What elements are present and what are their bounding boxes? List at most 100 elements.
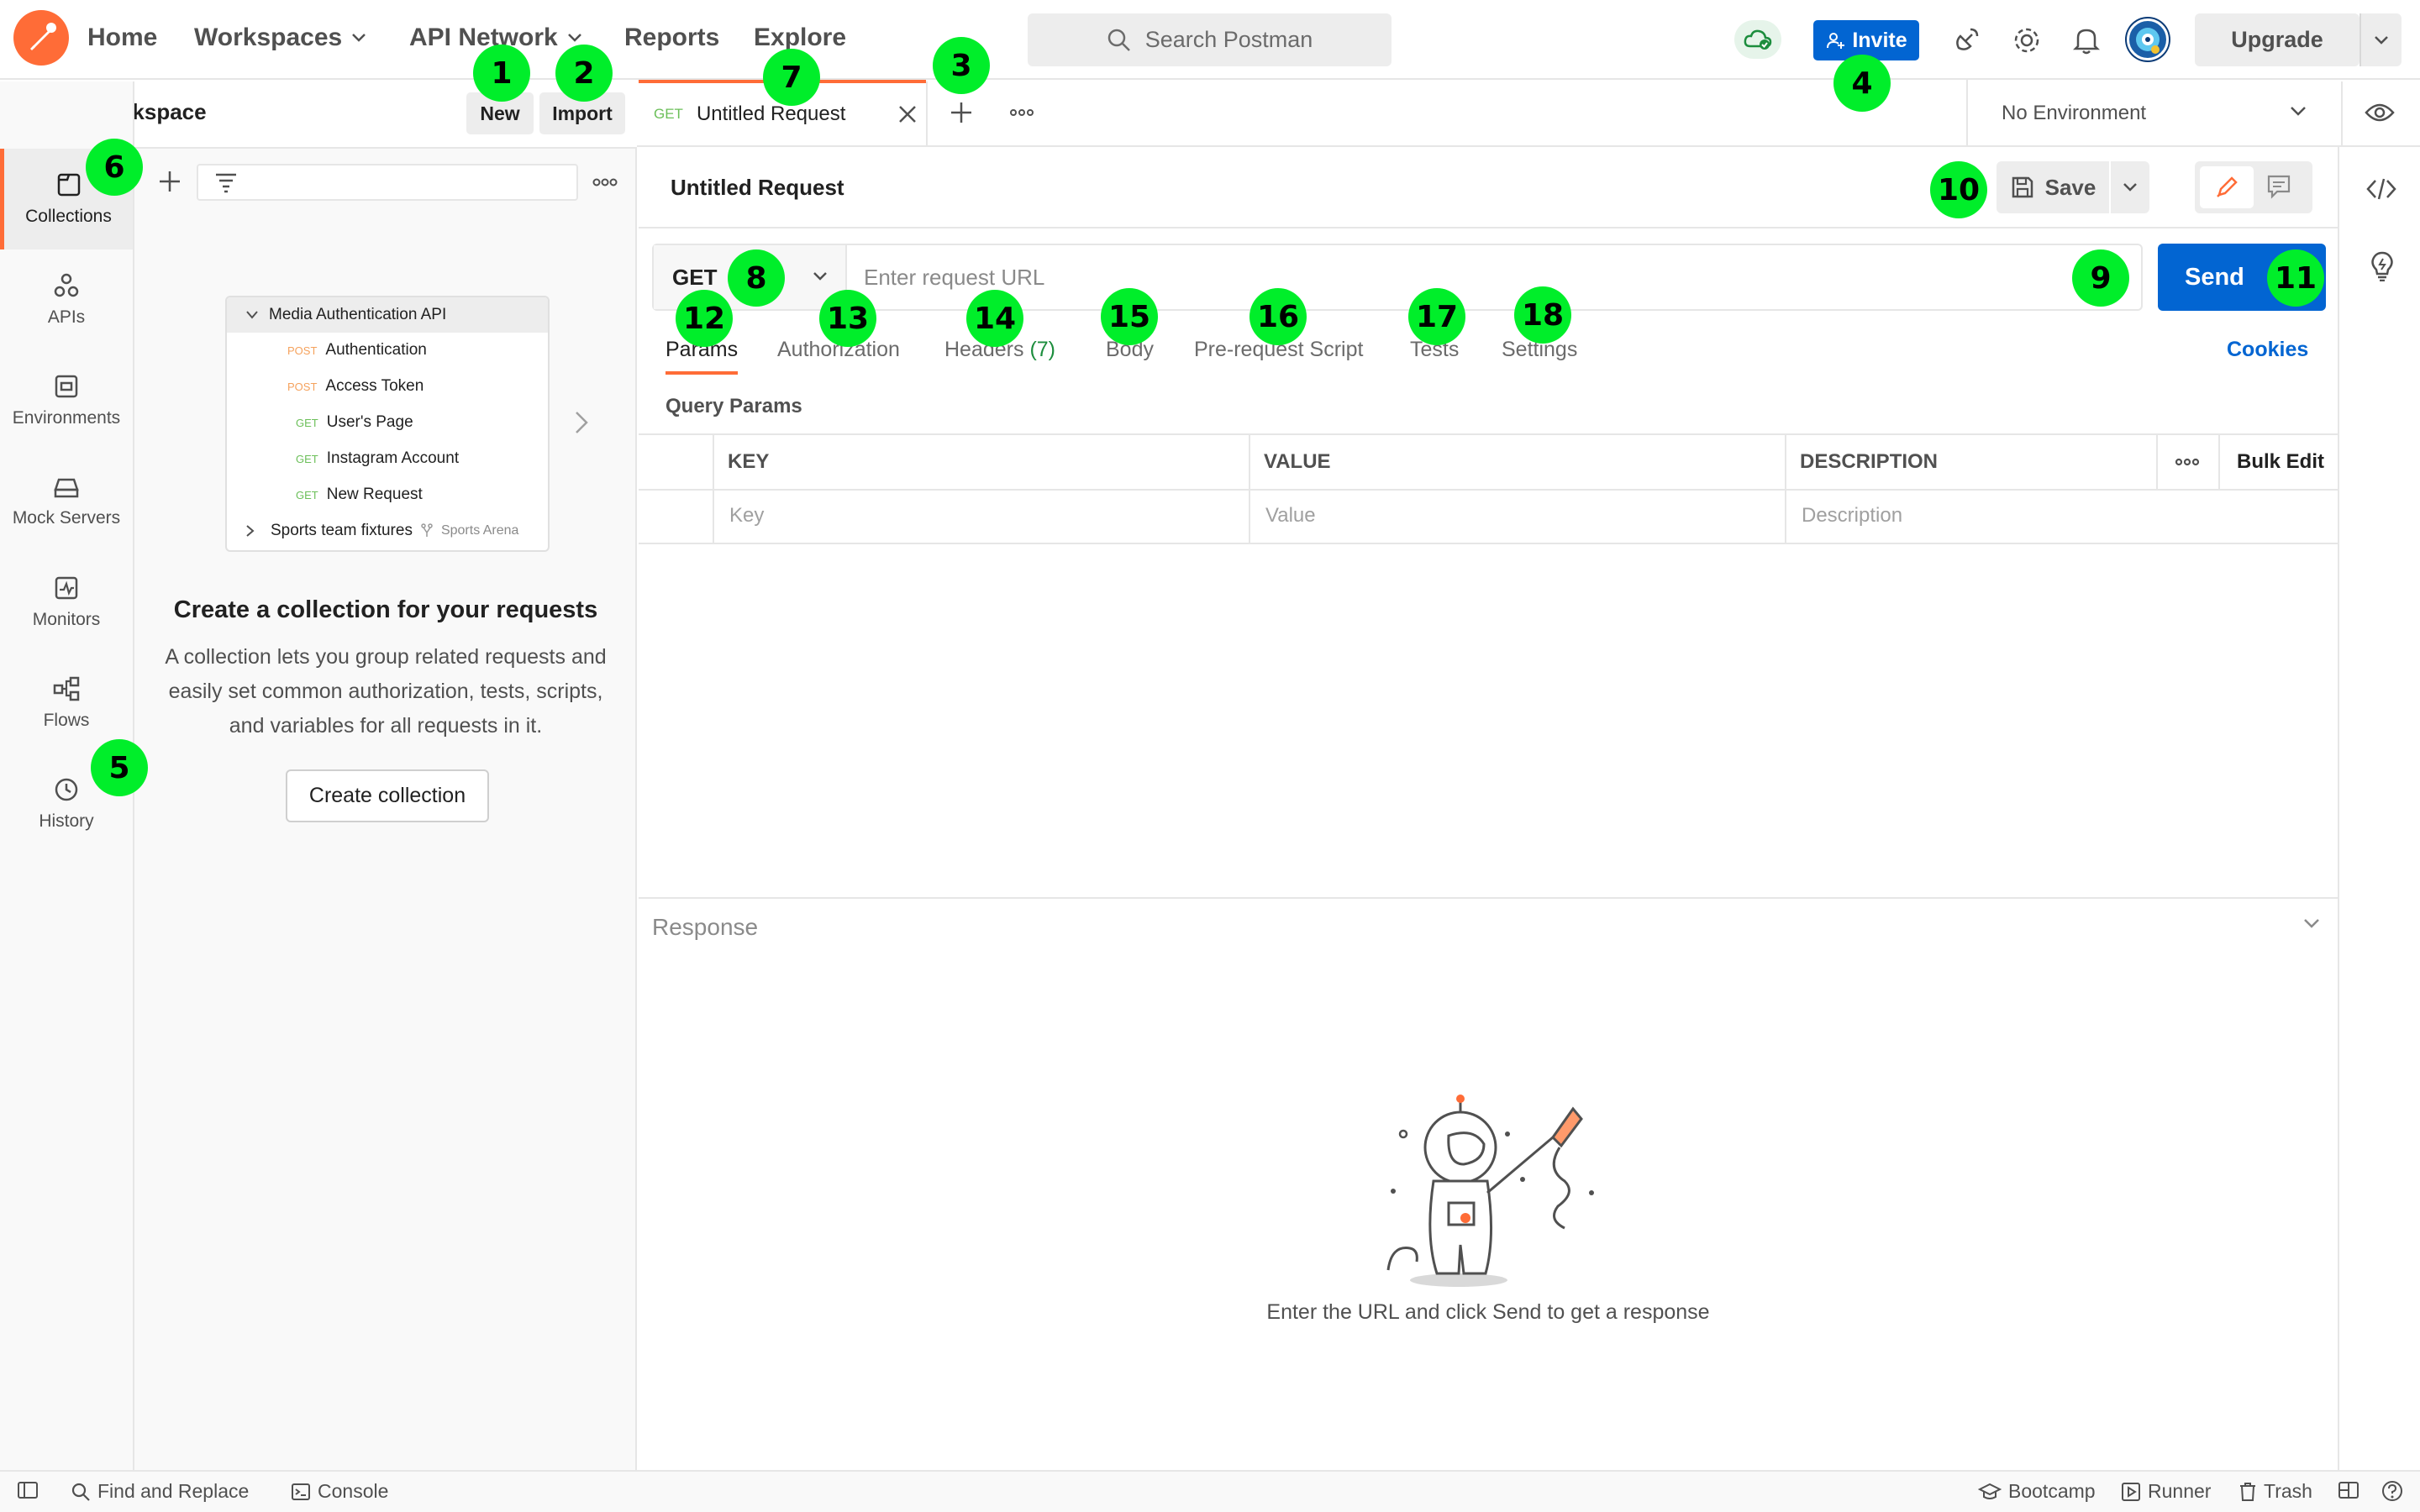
bootcamp-button[interactable]: Bootcamp	[1978, 1480, 2096, 1503]
runner-label: Runner	[2148, 1480, 2212, 1502]
create-collection-button[interactable]: Create collection	[286, 769, 489, 822]
nav-api-network-label: API Network	[409, 24, 558, 51]
collection-filter-input[interactable]	[197, 164, 578, 201]
search-placeholder: Search Postman	[1144, 27, 1313, 52]
table-col-divider	[2156, 435, 2158, 489]
layout-toggle-icon[interactable]	[2338, 1480, 2360, 1500]
console-icon	[291, 1482, 311, 1502]
description-input[interactable]: Description	[1802, 504, 1902, 528]
request-method-badge: GET	[296, 488, 318, 501]
rail-label-apis: APIs	[47, 307, 86, 327]
request-name: Authentication	[325, 341, 427, 359]
console-button[interactable]: Console	[291, 1480, 388, 1503]
filter-icon	[213, 171, 239, 194]
rail-item-apis[interactable]: APIs	[0, 249, 133, 350]
nav-home[interactable]: Home	[87, 24, 157, 52]
rail-item-flows[interactable]: Flows	[0, 653, 133, 753]
request-title[interactable]: Untitled Request	[671, 175, 844, 201]
nav-workspaces-label: Workspaces	[194, 24, 343, 51]
runner-button[interactable]: Runner	[2121, 1480, 2211, 1503]
notifications-bell-icon[interactable]	[2070, 24, 2103, 57]
annotation-marker: 12	[676, 290, 733, 347]
postman-logo-icon[interactable]	[13, 10, 69, 66]
rail-item-environments[interactable]: Environments	[0, 350, 133, 451]
history-icon	[53, 776, 80, 803]
right-context-rail	[2338, 147, 2420, 1470]
chevron-right-icon[interactable]	[574, 410, 589, 435]
sync-status-icon[interactable]	[1734, 20, 1781, 59]
upgrade-button[interactable]: Upgrade	[2195, 13, 2360, 66]
satellite-icon[interactable]	[1949, 24, 1983, 57]
chevron-down-icon	[2373, 34, 2390, 46]
bulk-edit-button[interactable]: Bulk Edit	[2237, 450, 2324, 474]
search-icon	[1107, 28, 1132, 53]
close-icon[interactable]	[897, 104, 918, 124]
headers-count-badge: (7)	[1029, 338, 1056, 361]
annotation-marker: 11	[2267, 249, 2324, 307]
nav-reports[interactable]: Reports	[624, 24, 719, 52]
lightbulb-icon[interactable]	[2370, 251, 2395, 281]
new-tab-plus-icon[interactable]	[948, 99, 975, 126]
nav-workspaces[interactable]: Workspaces	[194, 24, 367, 52]
add-collection-plus-icon[interactable]	[156, 168, 183, 195]
tab-method-badge: GET	[654, 106, 683, 122]
column-header-value: VALUE	[1264, 450, 1331, 473]
annotation-marker: 17	[1408, 288, 1465, 345]
trash-icon	[2238, 1482, 2257, 1502]
trash-button[interactable]: Trash	[2238, 1480, 2312, 1503]
annotation-marker: 8	[728, 249, 785, 307]
comments-icon[interactable]	[2265, 173, 2292, 200]
environment-selector[interactable]: No Environment	[1966, 80, 2341, 147]
find-and-replace-button[interactable]: Find and Replace	[71, 1480, 249, 1503]
tabs-more-options-icon[interactable]	[1008, 102, 1035, 123]
tab-divider	[926, 81, 928, 145]
rail-label-monitors: Monitors	[32, 610, 101, 629]
user-avatar[interactable]	[2127, 18, 2169, 60]
annotation-marker: 6	[86, 139, 143, 196]
nav-explore[interactable]: Explore	[754, 24, 846, 52]
save-dropdown-button[interactable]	[2111, 161, 2149, 213]
preview-request-row: GET User's Page	[296, 413, 413, 432]
annotation-marker: 15	[1101, 288, 1158, 345]
key-input[interactable]: Key	[729, 504, 764, 528]
help-icon[interactable]	[2381, 1480, 2403, 1502]
request-header-divider	[639, 227, 2338, 228]
request-url-input[interactable]	[849, 245, 2134, 309]
rail-item-mock-servers[interactable]: Mock Servers	[0, 451, 133, 552]
edit-mode-pencil-icon[interactable]	[2200, 166, 2254, 208]
annotation-marker: 13	[819, 290, 876, 347]
find-and-replace-label: Find and Replace	[97, 1480, 250, 1502]
preview-request-row: GET Instagram Account	[296, 449, 459, 468]
upgrade-dropdown-button[interactable]	[2360, 13, 2402, 66]
code-snippet-icon[interactable]	[2366, 177, 2396, 201]
table-more-options-icon[interactable]	[2175, 454, 2200, 470]
graduation-cap-icon	[1978, 1482, 2002, 1502]
toggle-sidebar-icon[interactable]	[17, 1480, 39, 1500]
environment-quick-look-eye-icon[interactable]	[2365, 101, 2395, 124]
monitors-icon	[53, 575, 80, 601]
request-name: New Request	[326, 486, 423, 503]
trash-label: Trash	[2264, 1480, 2312, 1502]
top-header-bar: Home Workspaces API Network Reports Expl…	[0, 0, 2420, 80]
chevron-down-icon[interactable]	[2302, 917, 2321, 929]
http-method-value: GET	[672, 264, 718, 290]
preview-collection-name: Sports team fixtures	[271, 522, 413, 539]
request-name: User's Page	[326, 413, 413, 431]
nav-home-label: Home	[87, 24, 158, 51]
search-bar[interactable]: Search Postman	[1028, 13, 1392, 66]
sidebar-more-options-icon[interactable]	[592, 170, 618, 195]
settings-gear-icon[interactable]	[2010, 24, 2044, 57]
chevron-right-icon	[245, 524, 255, 538]
table-col-divider	[1249, 435, 1250, 544]
rail-item-monitors[interactable]: Monitors	[0, 552, 133, 653]
value-input[interactable]: Value	[1265, 504, 1316, 528]
collection-preview-illustration: Media Authentication API POST Authenticat…	[225, 296, 550, 552]
annotation-marker: 10	[1930, 161, 1987, 218]
request-method-badge: POST	[287, 380, 318, 393]
cookies-link[interactable]: Cookies	[2227, 338, 2308, 362]
response-title[interactable]: Response	[652, 914, 758, 941]
annotation-marker: 3	[933, 37, 990, 94]
save-button[interactable]: Save	[1996, 161, 2109, 213]
preview-collection-row: Sports team fixtures Sports Arena	[245, 522, 518, 540]
tab-title: Untitled Request	[696, 102, 846, 125]
